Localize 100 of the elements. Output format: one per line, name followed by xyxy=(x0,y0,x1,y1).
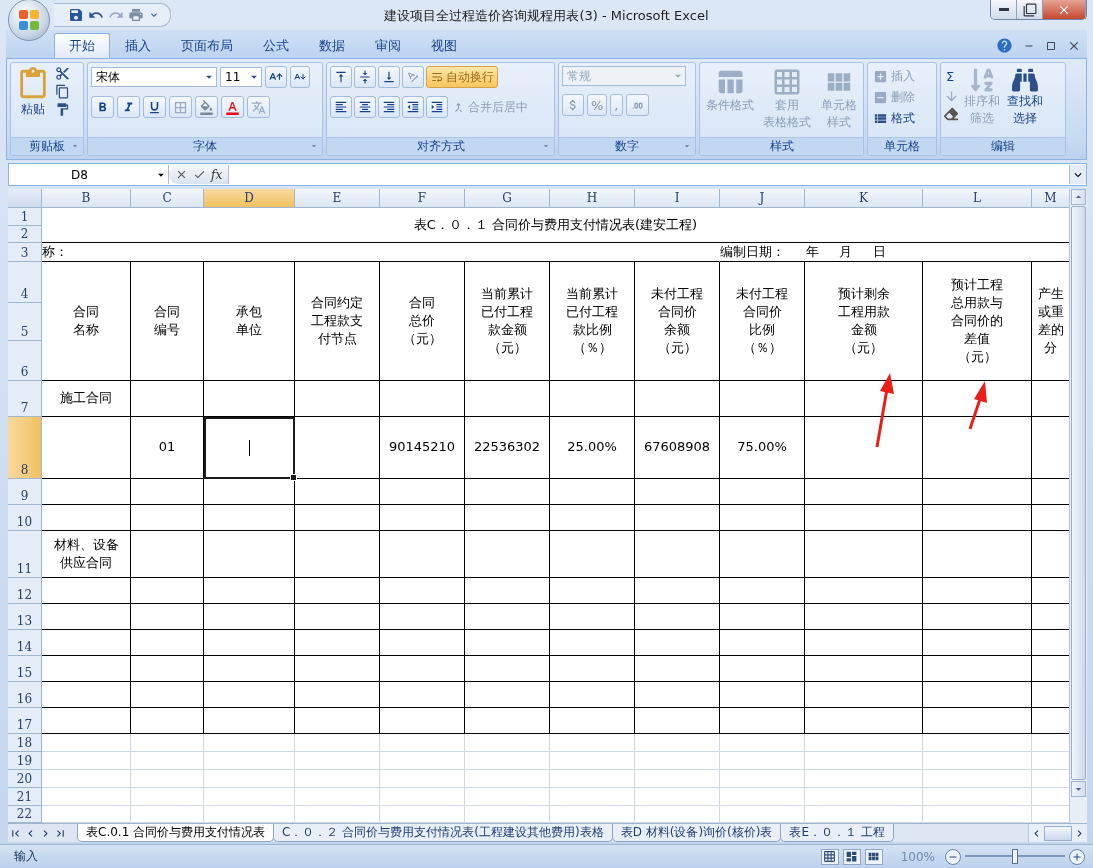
fill-color-button[interactable] xyxy=(195,96,218,118)
row-header[interactable]: 11 xyxy=(8,531,42,578)
row-header[interactable]: 13 xyxy=(8,604,42,630)
column-header[interactable]: D xyxy=(204,189,295,208)
sheet-tab[interactable]: 表D 材料(设备)询价(核价)表 xyxy=(611,824,782,842)
column-header[interactable]: G xyxy=(465,189,550,208)
row-header[interactable]: 17 xyxy=(8,708,42,734)
scissors-icon[interactable] xyxy=(55,66,70,81)
ribbon-tab[interactable]: 审阅 xyxy=(360,33,416,58)
decrease-indent-button[interactable] xyxy=(402,96,424,118)
align-middle-button[interactable] xyxy=(354,66,376,88)
column-header[interactable]: F xyxy=(380,189,465,208)
restore-button[interactable] xyxy=(1017,0,1043,19)
align-left-button[interactable] xyxy=(330,96,352,118)
header-cell: 未付工程 合同价 余额 （元） xyxy=(635,262,720,381)
scroll-thumb[interactable] xyxy=(1071,206,1086,780)
format-painter-icon[interactable] xyxy=(55,102,70,117)
column-header[interactable]: H xyxy=(550,189,635,208)
vertical-scrollbar[interactable] xyxy=(1069,189,1087,823)
minimize-button[interactable] xyxy=(991,0,1017,19)
column-header[interactable]: L xyxy=(923,189,1032,208)
row-header[interactable]: 14 xyxy=(8,630,42,656)
zoom-in-button[interactable] xyxy=(1069,848,1085,865)
font-size-field[interactable]: 11 xyxy=(220,67,262,87)
column-header[interactable]: B xyxy=(42,189,131,208)
column-header[interactable]: E xyxy=(295,189,380,208)
sheet-tab[interactable]: 表C.0.1 合同价与费用支付情况表 xyxy=(77,824,275,842)
fill-handle[interactable] xyxy=(290,474,297,481)
row-header[interactable]: 12 xyxy=(8,578,42,604)
row-header[interactable]: 5 xyxy=(8,303,42,341)
autosum-button[interactable]: Σ xyxy=(944,66,957,86)
column-header[interactable]: K xyxy=(805,189,923,208)
scroll-up-button[interactable] xyxy=(1071,189,1086,205)
row-header[interactable]: 6 xyxy=(8,341,42,381)
expand-formula-button[interactable] xyxy=(1069,165,1086,184)
wrap-text-button[interactable]: 自动换行 xyxy=(426,66,498,88)
row-header[interactable]: 19 xyxy=(8,752,42,770)
page-break-button[interactable] xyxy=(864,848,883,865)
insert-function-button[interactable]: fx xyxy=(211,167,223,182)
column-header[interactable]: C xyxy=(131,189,204,208)
restore-icon[interactable] xyxy=(1045,39,1057,52)
sheet-tab[interactable]: C．０．２ 合同价与费用支付情况表(工程建设其他费用)表格 xyxy=(273,824,613,842)
row-header[interactable]: 2 xyxy=(8,226,42,243)
zoom-thumb[interactable] xyxy=(1012,849,1018,864)
row-header[interactable]: 1 xyxy=(8,208,42,226)
font-color-button[interactable] xyxy=(221,96,244,118)
row-header[interactable]: 8 xyxy=(8,417,42,479)
help-icon[interactable] xyxy=(996,37,1013,54)
increase-indent-button[interactable] xyxy=(426,96,448,118)
row-header[interactable]: 20 xyxy=(8,770,42,788)
normal-view-button[interactable] xyxy=(820,848,839,865)
page-layout-button[interactable] xyxy=(842,848,861,865)
column-header[interactable]: I xyxy=(635,189,720,208)
scroll-down-button[interactable] xyxy=(1071,781,1086,797)
editing-button[interactable]: 查找和 选择 xyxy=(1005,66,1045,134)
paste-button[interactable]: 粘贴 xyxy=(14,66,52,134)
eraser-icon[interactable] xyxy=(944,107,958,121)
office-button[interactable] xyxy=(8,0,50,41)
row-header[interactable]: 18 xyxy=(8,734,42,752)
align-right-button[interactable] xyxy=(378,96,400,118)
currency-button[interactable] xyxy=(562,94,584,116)
decimal-button[interactable] xyxy=(625,94,649,116)
name-box[interactable]: D8 xyxy=(9,165,169,184)
ribbon-tab[interactable]: 视图 xyxy=(416,33,472,58)
row-header[interactable]: 3 xyxy=(8,243,42,262)
copy-icon[interactable] xyxy=(55,84,70,99)
text-caret xyxy=(248,439,250,456)
ribbon-tab[interactable]: 数据 xyxy=(304,33,360,58)
ribbon-tab[interactable]: 页面布局 xyxy=(166,33,248,58)
shrink-font-button[interactable] xyxy=(290,66,310,88)
cancel-icon[interactable] xyxy=(175,168,188,181)
row-header[interactable]: 7 xyxy=(8,381,42,417)
zoom-out-button[interactable] xyxy=(945,848,961,865)
ribbon-tab[interactable]: 插入 xyxy=(110,33,166,58)
ribbon-tab[interactable]: 开始 xyxy=(54,33,110,58)
enter-icon[interactable] xyxy=(193,168,206,181)
underline-button[interactable] xyxy=(143,96,166,118)
column-header[interactable]: M xyxy=(1032,189,1069,208)
align-bottom-button[interactable] xyxy=(378,66,400,88)
scroll-thumb[interactable] xyxy=(1044,825,1072,841)
cells-button[interactable]: 格式 xyxy=(871,108,917,128)
italic-button[interactable] xyxy=(117,96,140,118)
row-header[interactable]: 9 xyxy=(8,479,42,505)
font-name-field[interactable]: 宋体 xyxy=(91,67,217,87)
column-header[interactable]: J xyxy=(720,189,805,208)
horizontal-scrollbar[interactable] xyxy=(1028,824,1087,842)
sheet-tab[interactable]: 表E．０．１ 工程 xyxy=(780,824,894,842)
save-icon[interactable] xyxy=(68,7,84,23)
align-center-button[interactable] xyxy=(354,96,376,118)
print-preview-icon[interactable] xyxy=(128,7,144,23)
row-header[interactable]: 16 xyxy=(8,682,42,708)
row-header[interactable]: 10 xyxy=(8,505,42,531)
row-header[interactable]: 4 xyxy=(8,262,42,303)
row-header[interactable]: 21 xyxy=(8,788,42,806)
row-header[interactable]: 15 xyxy=(8,656,42,682)
bold-button[interactable] xyxy=(91,96,114,118)
grow-font-button[interactable] xyxy=(265,66,287,88)
align-top-button[interactable] xyxy=(330,66,352,88)
ribbon-tab[interactable]: 公式 xyxy=(248,33,304,58)
row-header[interactable]: 22 xyxy=(8,806,42,823)
